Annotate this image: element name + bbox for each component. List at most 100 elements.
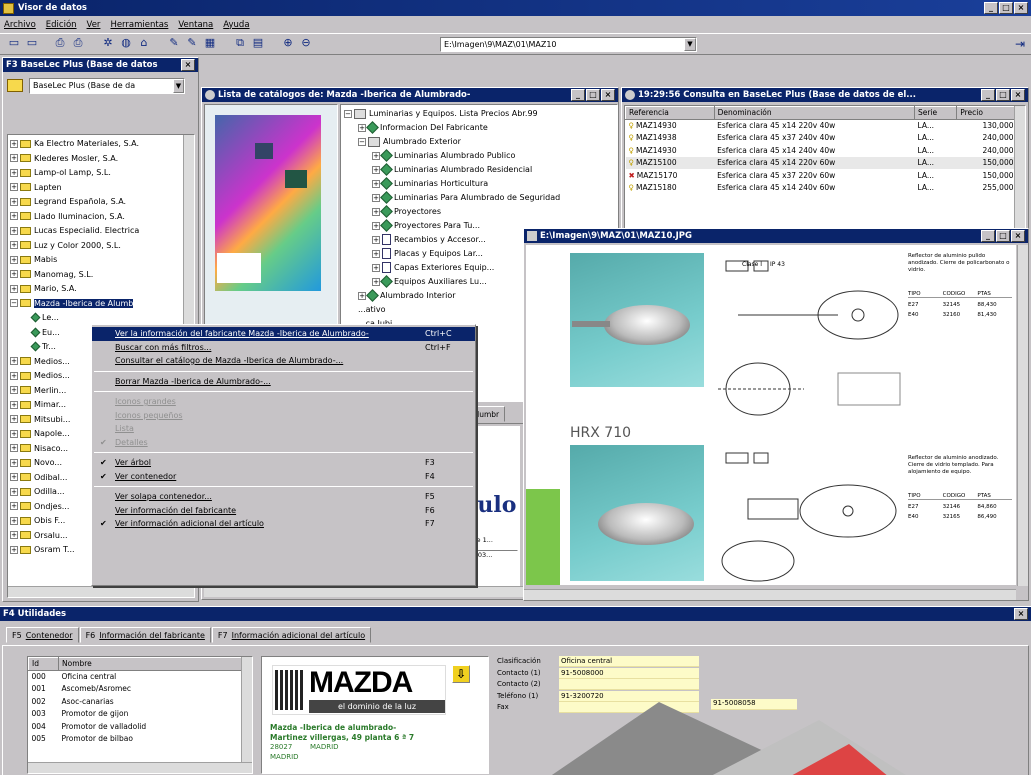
menu-herramientas[interactable]: Herramientas: [110, 20, 168, 30]
minimize-button[interactable]: _: [571, 89, 585, 101]
expand-icon[interactable]: +: [372, 151, 380, 160]
settings-icon[interactable]: ✲: [100, 36, 116, 50]
expand-icon[interactable]: −: [358, 137, 366, 146]
context-menu-item[interactable]: Iconos grandes: [92, 395, 475, 409]
exit-icon[interactable]: ⇥: [1015, 37, 1025, 51]
column-header[interactable]: Serie: [913, 106, 958, 120]
table-row[interactable]: ♀ MAZ14938 Esferica clara 45 x37 240v 40w L…: [626, 132, 1017, 145]
table-row[interactable]: 003 Promotor de gijon: [29, 708, 242, 721]
menu-edicion[interactable]: Edición: [46, 20, 77, 30]
product-photo-1[interactable]: [570, 253, 704, 387]
expand-icon[interactable]: +: [10, 531, 18, 539]
context-menu-item[interactable]: ✔ Ver contenedor F4: [92, 470, 475, 484]
print-icon[interactable]: ⎙: [70, 36, 86, 50]
horizontal-scrollbar[interactable]: [8, 586, 194, 597]
tree-item[interactable]: + Manomag, S.L.: [10, 268, 192, 283]
tree-item[interactable]: + Legrand Española, S.A.: [10, 195, 192, 210]
expand-icon[interactable]: −: [10, 299, 18, 307]
catalog-tree-item[interactable]: + Luminarias Horticultura: [344, 177, 614, 191]
main-titlebar[interactable]: Visor de datos _ □ ×: [0, 0, 1031, 16]
expand-icon[interactable]: +: [10, 255, 18, 264]
tree-item[interactable]: + Mario, S.A.: [10, 282, 192, 297]
tab-f7[interactable]: F7 Información adicional del artículo: [211, 627, 372, 643]
expand-icon[interactable]: −: [344, 109, 352, 118]
expand-icon[interactable]: +: [10, 545, 18, 554]
menu-ayuda[interactable]: Ayuda: [223, 20, 249, 30]
expand-icon[interactable]: +: [372, 221, 380, 230]
field-value[interactable]: 91-5008000: [559, 667, 699, 679]
tree-item[interactable]: + Lucas Especialid. Electrica: [10, 224, 192, 239]
query-titlebar[interactable]: 19:29:56 Consulta en BaseLec Plus (Base …: [622, 88, 1028, 102]
vertical-scrollbar[interactable]: [1017, 245, 1028, 586]
table-row[interactable]: ♀ MAZ14930 Esferica clara 45 x14 220v 40w L…: [626, 119, 1017, 132]
expand-icon[interactable]: +: [10, 400, 18, 409]
context-menu-item[interactable]: ✔ Ver información adicional del artículo F…: [92, 517, 475, 531]
close-button[interactable]: ×: [1011, 89, 1025, 101]
paste-icon[interactable]: ▤: [250, 36, 266, 50]
expand-icon[interactable]: +: [10, 154, 18, 162]
zoom-out-icon[interactable]: ⊖: [298, 36, 314, 50]
pin-icon[interactable]: ✎: [166, 36, 182, 50]
expand-icon[interactable]: +: [10, 458, 18, 467]
expand-icon[interactable]: +: [10, 270, 18, 278]
tab-f5[interactable]: F5 Contenedor: [6, 627, 79, 643]
context-menu-item[interactable]: ✔ Detalles: [92, 436, 475, 450]
expand-icon[interactable]: +: [10, 168, 18, 177]
expand-icon[interactable]: +: [372, 165, 380, 174]
catalog-tree-item[interactable]: + Informacion Del Fabricante: [344, 121, 614, 135]
table-row[interactable]: 005 Promotor de bilbao: [29, 733, 242, 746]
expand-icon[interactable]: +: [10, 139, 18, 148]
table-row[interactable]: 004 Promotor de valladolid: [29, 720, 242, 733]
context-menu-item[interactable]: Ver información del fabricante F6: [92, 504, 475, 518]
expand-icon[interactable]: +: [10, 386, 18, 394]
context-menu-item[interactable]: Borrar Mazda -Iberica de Alumbrado-...: [92, 375, 475, 389]
left-panel-close-button[interactable]: ×: [181, 59, 195, 71]
expand-icon[interactable]: +: [372, 207, 380, 216]
table-row[interactable]: ♀ MAZ14930 Esferica clara 45 x14 240v 40w L…: [626, 144, 1017, 157]
field-value[interactable]: Oficina central: [559, 656, 699, 667]
tree-item[interactable]: − Mazda -Iberica de Alumb: [10, 297, 192, 312]
close-button[interactable]: ×: [1014, 2, 1028, 14]
expand-icon[interactable]: +: [10, 357, 18, 365]
download-arrow-icon[interactable]: ⇩: [452, 665, 470, 683]
expand-icon[interactable]: +: [372, 179, 380, 188]
expand-icon[interactable]: +: [358, 123, 366, 132]
tree-item[interactable]: + Mabis: [10, 253, 192, 268]
menu-archivo[interactable]: Archivo: [4, 20, 36, 30]
catalog-tree-item[interactable]: + Luminarias Para Alumbrado de Seguridad: [344, 191, 614, 205]
context-menu-item[interactable]: Consultar el catálogo de Mazda -Iberica …: [92, 354, 475, 368]
expand-icon[interactable]: +: [10, 429, 18, 438]
tree-item[interactable]: + Klederes Mosler, S.A.: [10, 152, 192, 167]
chevron-down-icon[interactable]: ▼: [684, 38, 696, 51]
catalog-tree-item[interactable]: + Proyectores: [344, 205, 614, 219]
menu-ver[interactable]: Ver: [87, 20, 101, 30]
path-combobox[interactable]: E:\Imagen\9\MAZ\01\MAZ10 ▼: [440, 37, 697, 52]
split-window-icon[interactable]: ▭: [24, 36, 40, 50]
expand-icon[interactable]: +: [10, 212, 18, 220]
globe-icon[interactable]: ◍: [118, 36, 134, 50]
product-photo-2[interactable]: [570, 445, 704, 581]
brush-icon[interactable]: ✎: [184, 36, 200, 50]
expand-icon[interactable]: +: [10, 444, 18, 452]
catalog-tree-item[interactable]: − Luminarias y Equipos. Lista Precios Abr…: [344, 107, 614, 121]
catalog-titlebar[interactable]: Lista de catálogos de: Mazda -Iberica de…: [202, 88, 618, 102]
context-menu-item[interactable]: ✔ Ver árbol F3: [92, 456, 475, 470]
column-header[interactable]: Denominación: [713, 106, 916, 120]
expand-icon[interactable]: +: [10, 487, 18, 496]
column-header[interactable]: Referencia: [625, 106, 715, 120]
table-row[interactable]: 000 Oficina central: [29, 670, 242, 683]
column-header[interactable]: Id: [28, 657, 59, 671]
context-menu-item[interactable]: Buscar con más filtros... Ctrl+F: [92, 341, 475, 355]
close-button[interactable]: ×: [601, 89, 615, 101]
catalog-tree-item[interactable]: + Luminarias Alumbrado Residencial: [344, 163, 614, 177]
vertical-scrollbar[interactable]: [1014, 106, 1025, 228]
expand-icon[interactable]: +: [10, 473, 18, 481]
close-button[interactable]: ×: [1011, 230, 1025, 242]
expand-icon[interactable]: +: [372, 277, 380, 286]
chevron-down-icon[interactable]: ▼: [173, 79, 184, 93]
column-header[interactable]: Precio: [956, 106, 1017, 120]
copy-icon[interactable]: ⧉: [232, 36, 248, 50]
column-header[interactable]: Nombre: [58, 657, 242, 671]
maximize-button[interactable]: □: [999, 2, 1013, 14]
tab-f6[interactable]: F6 Información del fabricante: [79, 627, 211, 643]
